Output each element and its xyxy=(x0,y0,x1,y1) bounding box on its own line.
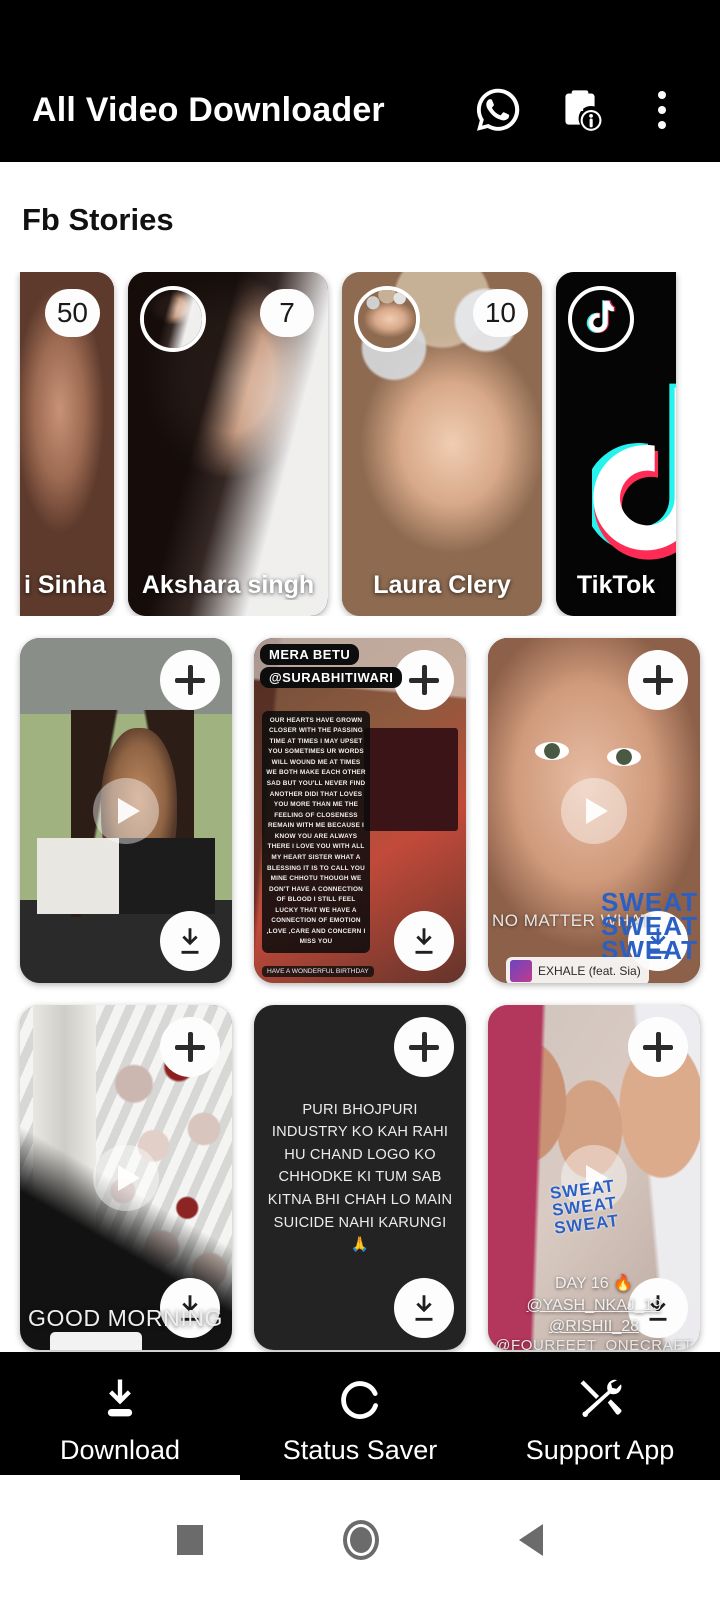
add-button[interactable] xyxy=(628,1017,688,1077)
tab-support-app[interactable]: Support App xyxy=(480,1352,720,1480)
album-art xyxy=(510,960,532,982)
media-tile[interactable]: GOOD MORNING xyxy=(20,1005,232,1350)
music-chip: EXHALE (feat. Sia) xyxy=(506,957,649,983)
avatar xyxy=(568,286,634,352)
caption-handle-1: @YASH_NKAJ_19 xyxy=(526,1296,662,1314)
recents-button[interactable] xyxy=(177,1525,203,1555)
story-badge: 7 xyxy=(260,289,314,337)
tiktok-logo-icon xyxy=(584,372,676,562)
caption-credit: @FOURFEET_ONECRAFT xyxy=(495,1337,693,1350)
media-caption: GOOD MORNING xyxy=(28,1305,224,1331)
download-icon xyxy=(107,1379,133,1416)
download-button[interactable] xyxy=(394,911,454,971)
avatar xyxy=(354,286,420,352)
overflow-menu-icon[interactable] xyxy=(634,82,690,138)
play-button[interactable] xyxy=(561,777,627,844)
story-name: i Sinha xyxy=(24,571,106,599)
whatsapp-icon[interactable] xyxy=(470,82,526,138)
sweat-overlay-text: SWEAT SWEAT SWEAT xyxy=(601,887,698,966)
section-title: Fb Stories xyxy=(22,202,174,237)
media-grid: MERA BETU @SURABHITIWARI OUR HEARTS HAVE… xyxy=(0,638,720,1350)
overlay-text: OUR HEARTS HAVE GROWN CLOSER WITH THE PA… xyxy=(262,710,370,953)
add-button[interactable] xyxy=(160,1017,220,1077)
story-name: Laura Clery xyxy=(373,571,511,599)
story-card[interactable]: 50 i Sinha xyxy=(20,272,114,616)
media-tile[interactable]: SWEAT SWEAT SWEAT DAY 16 🔥 @YASH_NKAJ_19 @… xyxy=(488,1005,700,1350)
back-button[interactable] xyxy=(519,1524,543,1556)
music-title: EXHALE (feat. Sia) xyxy=(538,964,641,978)
bottom-tab-bar: Download Status Saver Support App xyxy=(0,1352,720,1480)
avatar xyxy=(140,286,206,352)
story-name: TikTok xyxy=(576,571,656,599)
add-button[interactable] xyxy=(394,650,454,710)
story-card[interactable]: 10 Laura Clery xyxy=(342,272,542,616)
tools-icon xyxy=(580,1379,622,1417)
overlay-footer-text: HAVE A WONDERFUL BIRTHDAY xyxy=(262,966,374,977)
home-button[interactable] xyxy=(343,1520,379,1560)
media-tile[interactable]: NO MATTER WHAT SWEAT SWEAT SWEAT EXHALE (f… xyxy=(488,638,700,983)
media-tile[interactable] xyxy=(20,638,232,983)
media-tile[interactable]: PURI BHOJPURI INDUSTRY KO KAH RAHI HU CH… xyxy=(254,1005,466,1350)
tab-label: Status Saver xyxy=(282,1434,438,1465)
story-tag: MERA BETU @SURABHITIWARI xyxy=(260,644,403,688)
music-chip xyxy=(50,1332,142,1350)
download-button[interactable] xyxy=(394,1278,454,1338)
caption-day: DAY 16 🔥 xyxy=(554,1275,634,1293)
tab-label: Download xyxy=(59,1434,181,1465)
add-button[interactable] xyxy=(394,1017,454,1077)
story-badge: 10 xyxy=(472,289,528,337)
download-button[interactable] xyxy=(160,911,220,971)
media-tile[interactable]: MERA BETU @SURABHITIWARI OUR HEARTS HAVE… xyxy=(254,638,466,983)
app-screen: All Video Downloader Fb Stories 50 i Sin… xyxy=(0,0,720,1600)
app-bar: All Video Downloader xyxy=(0,58,720,162)
story-name: Akshara singh xyxy=(141,571,315,599)
tab-label: Support App xyxy=(525,1434,675,1465)
clipboard-info-icon[interactable] xyxy=(552,82,608,138)
tag-line-1: MERA BETU xyxy=(260,644,360,665)
add-button[interactable] xyxy=(628,650,688,710)
story-badge: 50 xyxy=(44,289,100,337)
play-button[interactable] xyxy=(93,1144,159,1211)
caption-handle-2: @RISHII_28 xyxy=(548,1318,640,1336)
overlay-text: PURI BHOJPURI INDUSTRY KO KAH RAHI HU CH… xyxy=(267,1101,453,1254)
media-caption: DAY 16 🔥 @YASH_NKAJ_19 @RISHII_28 xyxy=(488,1273,700,1338)
app-bar-actions xyxy=(470,82,698,138)
stories-row[interactable]: 50 i Sinha 7 Akshara singh 10 Laura Cler… xyxy=(0,272,720,616)
play-button[interactable] xyxy=(93,777,159,844)
status-bar xyxy=(0,0,720,58)
story-card[interactable]: 7 Akshara singh xyxy=(128,272,328,616)
story-card[interactable]: TikTok xyxy=(556,272,676,616)
tag-line-2: @SURABHITIWARI xyxy=(260,667,403,688)
tab-download[interactable]: Download xyxy=(0,1352,240,1480)
system-navigation-bar xyxy=(0,1480,720,1600)
tab-status-saver[interactable]: Status Saver xyxy=(240,1352,480,1480)
tiktok-icon xyxy=(586,300,616,334)
sweat-overlay-text: SWEAT SWEAT SWEAT xyxy=(548,1175,620,1238)
page-title: All Video Downloader xyxy=(32,90,385,129)
add-button[interactable] xyxy=(160,650,220,710)
refresh-icon xyxy=(341,1380,378,1419)
